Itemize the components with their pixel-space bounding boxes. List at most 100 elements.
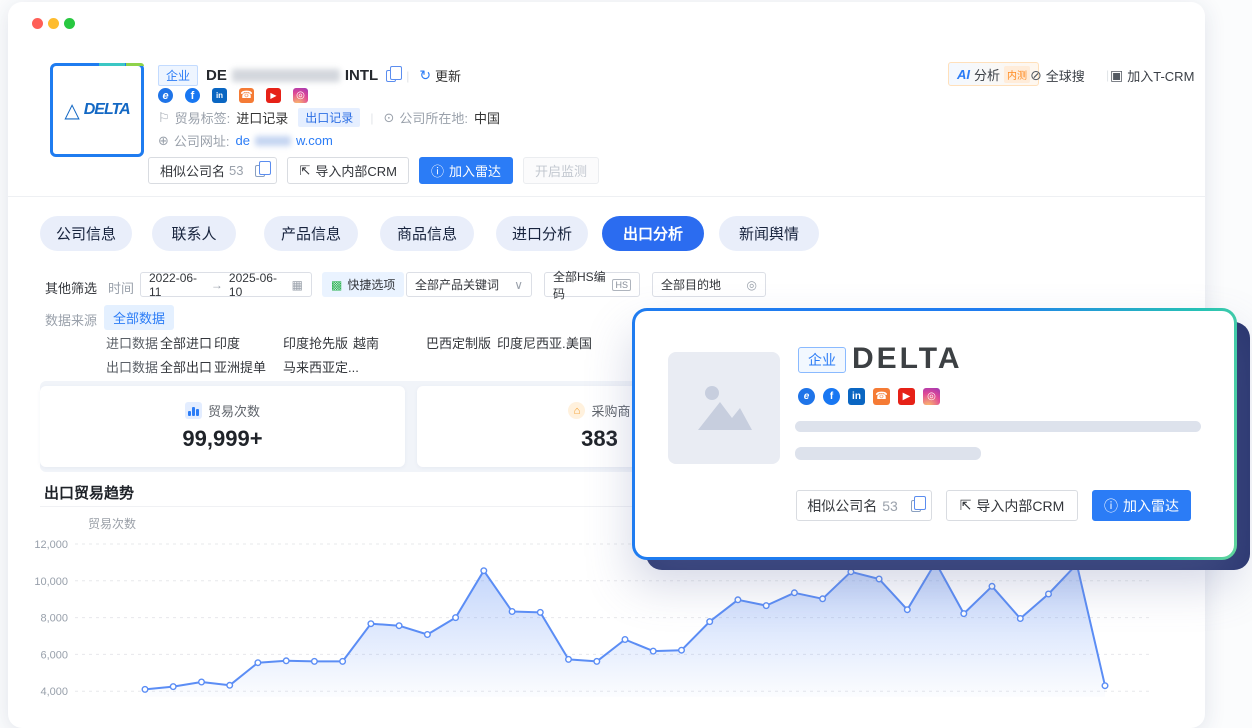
import-data-label: 进口数据 — [106, 333, 158, 352]
tcrm-icon: ▣ — [1110, 67, 1123, 84]
browser-icon[interactable]: e — [158, 88, 173, 103]
tab-company-info[interactable]: 公司信息 — [40, 216, 132, 251]
add-radar-label: 加入雷达 — [1123, 496, 1179, 516]
chart-legend[interactable]: 贸易次数 — [88, 515, 136, 532]
start-monitor-button[interactable]: 开启监测 — [523, 157, 599, 184]
import-record-tag[interactable]: 进口记录 — [236, 108, 288, 127]
photo-icon — [692, 378, 756, 438]
export-option-asia-bill[interactable]: 亚洲提单 — [214, 357, 266, 376]
close-window-button[interactable] — [32, 18, 43, 29]
company-name-suffix: INTL — [345, 67, 378, 84]
overlay-add-radar-button[interactable]: ⓘ 加入雷达 — [1092, 490, 1191, 521]
trade-tag-icon: ⚐ — [158, 110, 170, 126]
product-keyword-select[interactable]: 全部产品关键词 ∨ — [406, 272, 532, 297]
linkedin-icon[interactable]: in — [848, 388, 865, 405]
export-option-all[interactable]: 全部出口 — [160, 357, 212, 376]
import-crm-button[interactable]: ⇱ 导入内部CRM — [287, 157, 409, 184]
company-type-badge: 企业 — [158, 65, 198, 86]
similar-company-count: 53 — [229, 163, 243, 178]
date-end-value[interactable]: 2025-06-10 — [229, 271, 286, 299]
ai-analysis-button[interactable]: AI 分析 内测 — [948, 62, 1039, 86]
buyer-count-value: 383 — [581, 426, 618, 452]
youtube-icon[interactable]: ▶ — [266, 88, 281, 103]
hs-code-value: 全部HS编码 — [553, 268, 606, 302]
add-radar-button[interactable]: ⓘ 加入雷达 — [419, 157, 513, 184]
tab-export-analysis[interactable]: 出口分析 — [602, 216, 704, 251]
document-icon — [255, 165, 265, 177]
import-option-usa[interactable]: 美国 — [566, 333, 592, 352]
overlay-similar-company-button[interactable]: 相似公司名 53 — [796, 490, 932, 521]
import-option-brazil[interactable]: 巴西定制版 — [426, 333, 491, 352]
linkedin-icon[interactable]: in — [212, 88, 227, 103]
tab-import-analysis[interactable]: 进口分析 — [496, 216, 588, 251]
data-source-all[interactable]: 全部数据 — [104, 305, 174, 330]
similar-company-label: 相似公司名 — [807, 496, 877, 516]
youtube-icon[interactable]: ▶ — [898, 388, 915, 405]
bar-chart-icon — [185, 402, 202, 419]
text-placeholder-bar — [795, 421, 1201, 432]
document-icon — [911, 500, 921, 512]
divider: | — [1106, 68, 1109, 82]
instagram-icon[interactable]: ◎ — [923, 388, 940, 405]
date-range-input[interactable]: 2022-06-11 → 2025-06-10 ▦ — [140, 272, 312, 297]
refresh-label[interactable]: 更新 — [435, 66, 461, 85]
calendar-icon: ▦ — [292, 278, 303, 292]
instagram-icon[interactable]: ◎ — [293, 88, 308, 103]
facebook-icon[interactable]: f — [823, 388, 840, 405]
similar-company-count: 53 — [882, 498, 898, 514]
delta-triangle-icon: △ — [64, 98, 79, 123]
browser-icon[interactable]: e — [798, 388, 815, 405]
time-filter-label: 时间 — [108, 278, 134, 297]
website-label: 公司网址: — [174, 131, 230, 150]
quick-options-label: 快捷选项 — [347, 276, 395, 293]
copy-icon[interactable] — [386, 70, 396, 82]
tab-commodity-info[interactable]: 商品信息 — [380, 216, 474, 251]
trade-count-value: 99,999+ — [182, 426, 262, 452]
zoom-window-button[interactable] — [64, 18, 75, 29]
export-record-tag[interactable]: 出口记录 — [298, 108, 360, 127]
location-icon: ⊙ — [383, 110, 394, 126]
arrow-icon: → — [211, 278, 223, 292]
header-divider — [8, 196, 1205, 197]
info-icon: ⓘ — [431, 161, 444, 180]
import-option-vietnam[interactable]: 越南 — [353, 333, 379, 352]
quick-options-button[interactable]: ▩ 快捷选项 — [322, 272, 404, 297]
beta-badge: 内测 — [1004, 66, 1030, 83]
global-search-button[interactable]: ⊘ 全球搜 — [1030, 66, 1085, 85]
facebook-icon[interactable]: f — [185, 88, 200, 103]
import-option-india[interactable]: 印度 — [214, 333, 240, 352]
chevron-down-icon: ∨ — [514, 278, 523, 292]
other-filters-label[interactable]: 其他筛选 — [45, 278, 97, 297]
trade-count-label: 贸易次数 — [208, 401, 260, 420]
divider: | — [406, 69, 409, 83]
destination-select[interactable]: 全部目的地 ◎ — [652, 272, 766, 297]
website-link-suffix[interactable]: w.com — [296, 133, 333, 148]
refresh-icon[interactable]: ↻ — [419, 67, 431, 84]
tab-product-info[interactable]: 产品信息 — [264, 216, 358, 251]
similar-company-button[interactable]: 相似公司名 53 — [148, 157, 277, 184]
buyer-count-label: 采购商 — [591, 401, 630, 420]
location-label: 公司所在地: — [399, 108, 468, 127]
image-placeholder — [668, 352, 780, 464]
import-option-indonesia[interactable]: 印度尼西亚... — [497, 333, 573, 352]
date-start-value[interactable]: 2022-06-11 — [149, 271, 205, 299]
export-option-malaysia[interactable]: 马来西亚定... — [283, 357, 359, 376]
minimize-window-button[interactable] — [48, 18, 59, 29]
import-icon: ⇱ — [960, 497, 972, 514]
tab-news[interactable]: 新闻舆情 — [719, 216, 819, 251]
overlay-import-crm-button[interactable]: ⇱ 导入内部CRM — [946, 490, 1078, 521]
import-option-all[interactable]: 全部进口 — [160, 333, 212, 352]
hs-code-select[interactable]: 全部HS编码 HS — [544, 272, 640, 297]
company-name-prefix: DE — [206, 67, 227, 84]
import-option-india-preview[interactable]: 印度抢先版 — [283, 333, 348, 352]
company-title-row: 企业 DE INTL | ↻ 更新 — [158, 65, 461, 86]
phone-icon[interactable]: ☎ — [873, 388, 890, 405]
phone-icon[interactable]: ☎ — [239, 88, 254, 103]
join-tcrm-label: 加入T-CRM — [1127, 66, 1194, 85]
trade-count-card: 贸易次数 99,999+ — [40, 386, 405, 467]
start-monitor-label: 开启监测 — [535, 161, 587, 180]
website-link-prefix[interactable]: de — [236, 133, 250, 148]
join-tcrm-button[interactable]: ▣ 加入T-CRM — [1110, 66, 1194, 85]
tab-contacts[interactable]: 联系人 — [152, 216, 236, 251]
add-radar-label: 加入雷达 — [449, 161, 501, 180]
